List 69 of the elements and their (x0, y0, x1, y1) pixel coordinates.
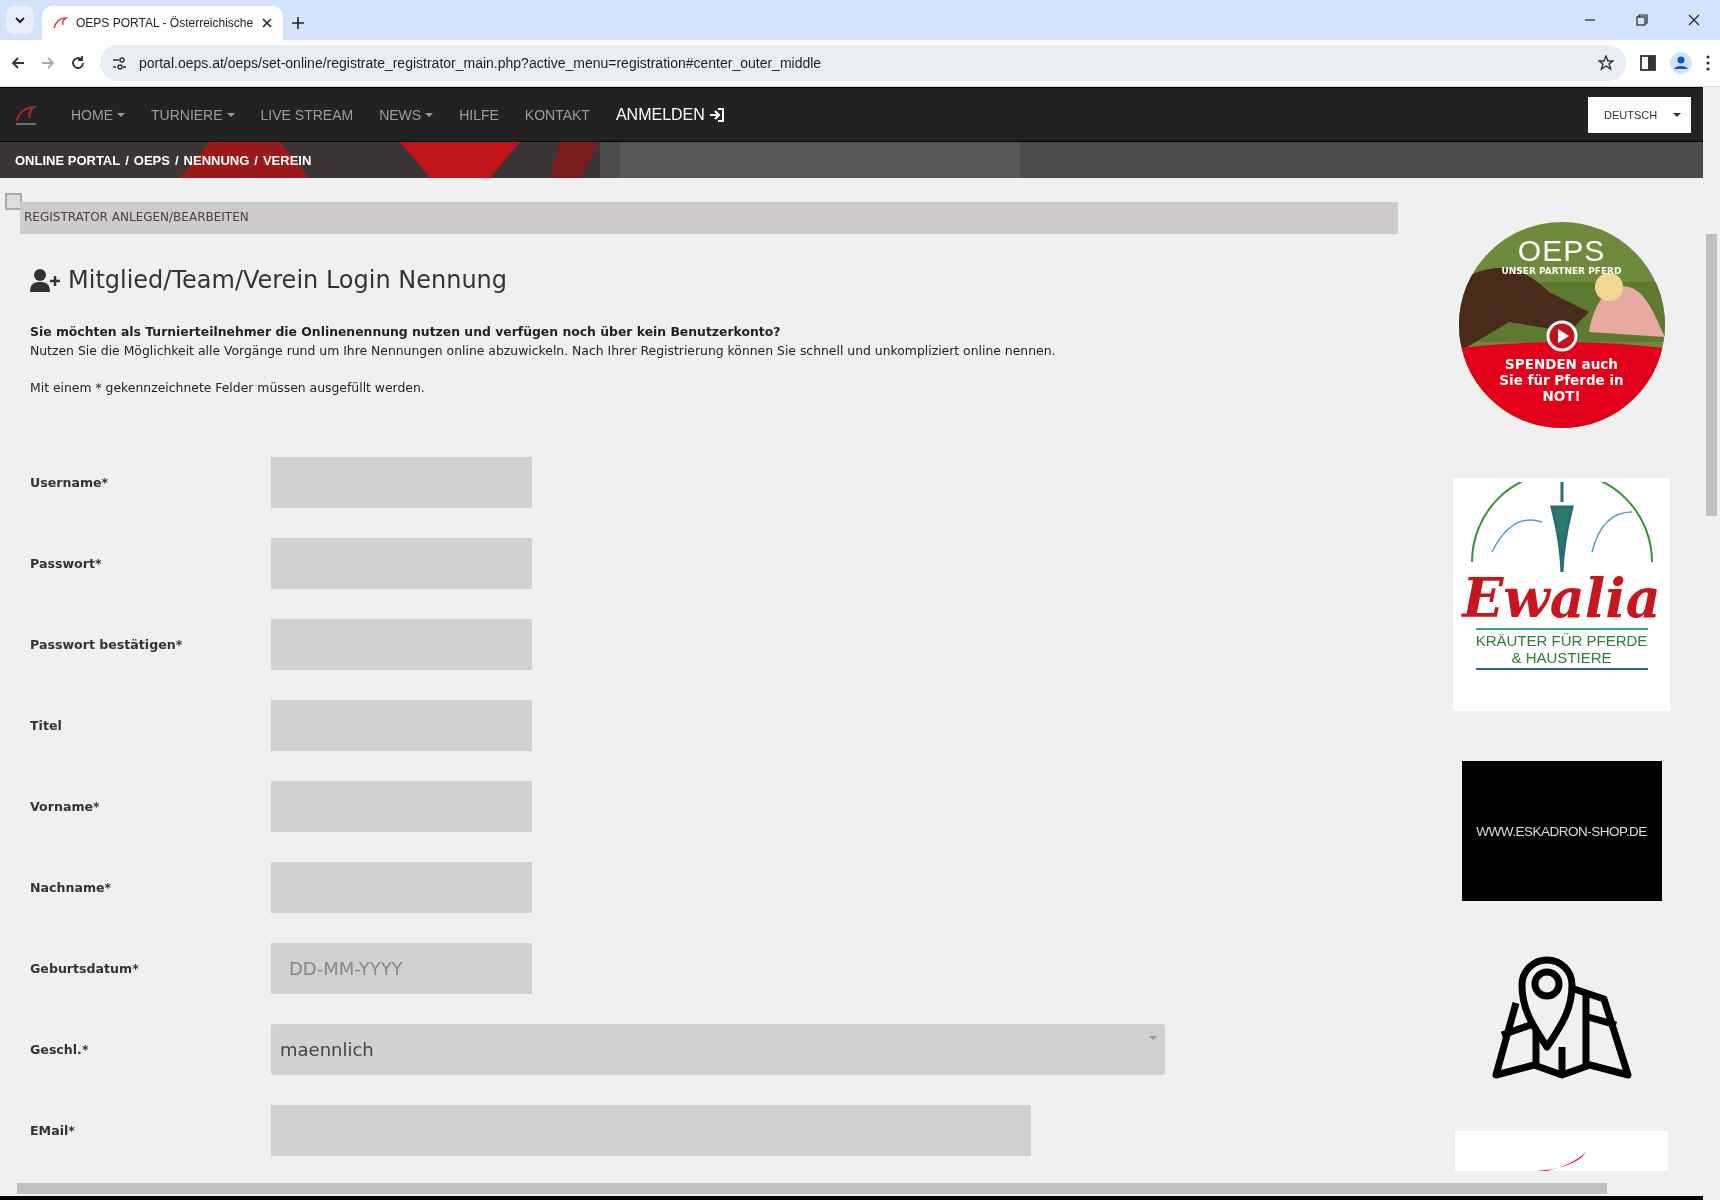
checkbox[interactable] (5, 193, 22, 210)
nav-link[interactable]: HILFE (446, 106, 512, 123)
section-header: REGISTRATOR ANLEGEN/BEARBEITEN (20, 202, 1398, 234)
back-icon[interactable] (10, 55, 26, 71)
breadcrumb-separator: / (254, 152, 258, 168)
input-field[interactable] (271, 781, 532, 832)
field-label: Passwort* (30, 556, 103, 571)
input-field[interactable] (271, 1105, 1031, 1156)
breadcrumb-link[interactable]: NENNUNG (183, 152, 250, 168)
field-label: Passwort bestätigen* (30, 637, 184, 652)
intro-question: Sie möchten als Turnierteilnehmer die Onlinenennung nutzen und verfügen noch über kein Benutzerkonto? (30, 323, 782, 341)
shop-url: WWW.ESKADRON-SHOP.DE (1476, 823, 1647, 839)
new-tab-icon[interactable] (291, 16, 306, 30)
nav-link[interactable]: LIVE STREAM (247, 106, 367, 123)
side-panel-icon[interactable] (1640, 55, 1656, 71)
field-label: Username* (30, 475, 110, 490)
tab-list-button[interactable] (6, 6, 34, 34)
breadcrumb-separator: / (174, 152, 179, 168)
input-field[interactable] (271, 457, 532, 508)
input-field[interactable] (271, 619, 532, 670)
brand-banner[interactable]: Ewalia KRÄUTER FÜR PFERDE & HAUSTIERE (1453, 478, 1670, 711)
breadcrumb-link[interactable]: OEPS (133, 152, 170, 168)
shop-banner[interactable]: WWW.ESKADRON-SHOP.DE (1461, 761, 1662, 901)
address-bar[interactable]: portal.oeps.at/oeps/set-online/registrate_registrator_main.php?active_menu=registration#center_outer_middle (100, 45, 1626, 81)
field-label: Titel (30, 718, 63, 733)
intro-text: Nutzen Sie die Möglichkeit alle Vorgänge rund um Ihre Nennungen online abzuwickeln. Nach Ihrer Registrierung können Sie schnell und unkompliziert online nennen. (30, 342, 1057, 360)
banner-tagline: UNSER PARTNER PFERD (1501, 266, 1622, 276)
caret-icon (1673, 112, 1681, 117)
site-settings-icon[interactable] (112, 55, 127, 71)
language-dropdown[interactable]: DEUTSCH (1588, 96, 1691, 133)
nav-link[interactable]: NEWS (366, 106, 447, 123)
login-link[interactable]: ANMELDEN (602, 105, 738, 124)
field-label: Geschl.* (30, 1042, 90, 1057)
caret-icon (1149, 1036, 1157, 1040)
input-field[interactable] (271, 538, 532, 589)
field-label: Nachname* (30, 880, 113, 895)
sign-in-icon (708, 106, 725, 123)
nav-link[interactable]: KONTAKT (511, 106, 603, 123)
reload-icon[interactable] (70, 55, 86, 71)
banner-text: SPENDEN auch Sie für Pferde in NOT! (1498, 356, 1625, 404)
select-field[interactable]: maennlich (271, 1024, 1165, 1075)
breadcrumb-link[interactable]: VEREIN (262, 152, 312, 168)
required-note: Mit einem * gekennzeichnete Felder müssen ausgefüllt werden. (30, 379, 426, 397)
brand-tagline: KRÄUTER FÜR PFERDE & HAUSTIERE (1475, 628, 1648, 670)
browser-tab[interactable]: OEPS PORTAL - Österreichische (42, 6, 284, 40)
field-label: EMail* (30, 1123, 76, 1138)
input-field[interactable] (271, 862, 532, 913)
play-icon[interactable] (1545, 320, 1578, 352)
field-label: Geburtsdatum* (30, 961, 140, 976)
restore-icon[interactable] (1636, 14, 1648, 26)
banner-logo: OEPS (1517, 236, 1606, 266)
more-icon[interactable] (1706, 55, 1710, 71)
chevron-icon (14, 15, 26, 25)
page-heading: Mitglied/Team/Verein Login Nennung (68, 266, 508, 294)
field-label: Vorname* (30, 799, 101, 814)
star-icon[interactable] (1598, 55, 1614, 71)
date-field[interactable]: DD-MM-YYYY (271, 943, 532, 994)
nav-link[interactable]: TURNIERE (138, 106, 248, 123)
close-icon[interactable] (261, 17, 274, 29)
profile-icon[interactable] (1670, 52, 1692, 74)
nav-link[interactable]: HOME (58, 106, 138, 123)
horizontal-scrollbar[interactable] (0, 1181, 1703, 1200)
breadcrumb-link[interactable]: ONLINE PORTAL (15, 152, 121, 168)
donation-banner[interactable]: OEPS UNSER PARTNER PFERD SPENDEN auch Sie für Pferde in NOT! (1458, 222, 1665, 428)
input-field[interactable] (271, 700, 532, 751)
user-plus-icon (30, 268, 60, 292)
close-icon[interactable] (1688, 14, 1700, 26)
breadcrumb-separator: / (125, 152, 129, 168)
brand-name: Ewalia (1462, 568, 1661, 628)
